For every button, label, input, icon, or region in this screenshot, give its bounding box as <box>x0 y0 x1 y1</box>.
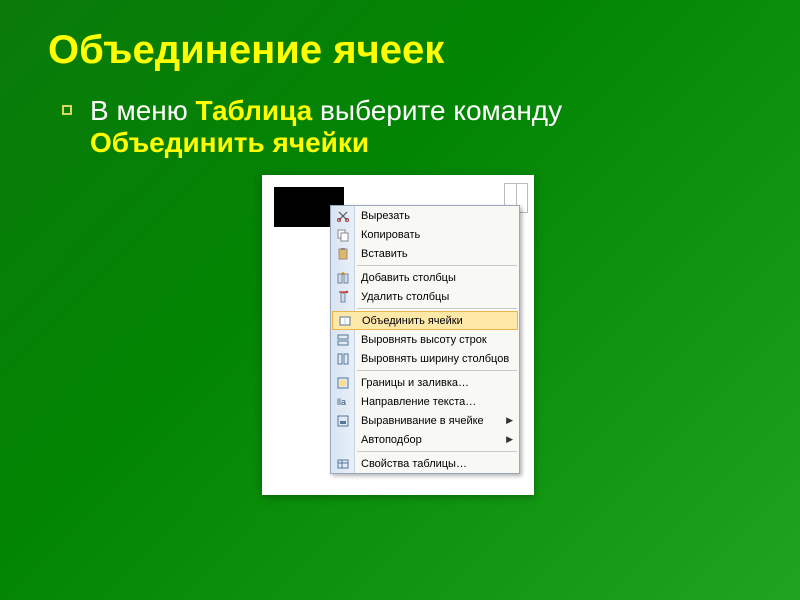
menu-label: Добавить столбцы <box>361 272 456 284</box>
text-prefix: В меню <box>90 95 196 126</box>
merge-cells-icon <box>337 313 353 329</box>
menu-item-delete-cols[interactable]: Удалить столбцы <box>331 287 519 306</box>
table-props-icon <box>335 456 351 472</box>
menu-item-copy[interactable]: Копировать <box>331 225 519 244</box>
command-highlight: Объединить ячейки <box>90 127 369 158</box>
menu-item-text-dir[interactable]: lla Направление текста… <box>331 392 519 411</box>
menu-label: Удалить столбцы <box>361 291 449 303</box>
menu-separator <box>357 308 517 309</box>
menu-item-table-props[interactable]: Свойства таблицы… <box>331 454 519 473</box>
menu-label: Вставить <box>361 248 408 260</box>
menu-separator <box>357 265 517 266</box>
bullet-icon <box>62 105 72 115</box>
menu-item-row-height[interactable]: Выровнять высоту строк <box>331 330 519 349</box>
paste-icon <box>335 246 351 262</box>
menu-label: Свойства таблицы… <box>361 458 467 470</box>
menu-separator <box>357 370 517 371</box>
menu-item-cell-align[interactable]: Выравнивание в ячейке ▶ <box>331 411 519 430</box>
cut-icon <box>335 208 351 224</box>
text-dir-icon: lla <box>335 394 351 410</box>
menu-label: Границы и заливка… <box>361 377 469 389</box>
delete-cols-icon <box>335 289 351 305</box>
svg-text:lla: lla <box>337 397 346 407</box>
menu-label: Направление текста… <box>361 396 476 408</box>
instruction-text: В меню Таблица выберите команду Объедини… <box>0 73 800 159</box>
menu-separator <box>357 451 517 452</box>
slide-title: Объединение ячеек <box>0 0 800 73</box>
insert-cols-icon <box>335 270 351 286</box>
submenu-arrow-icon: ▶ <box>506 434 513 445</box>
menu-label: Автоподбор <box>361 434 422 446</box>
menu-label: Копировать <box>361 229 420 241</box>
menu-item-merge-cells[interactable]: Объединить ячейки <box>332 311 518 330</box>
menu-label: Выровнять высоту строк <box>361 334 487 346</box>
menu-item-autofit[interactable]: Автоподбор ▶ <box>331 430 519 449</box>
text-middle: выберите команду <box>312 95 562 126</box>
blank-icon <box>335 432 351 448</box>
row-height-icon <box>335 332 351 348</box>
menu-label: Выровнять ширину столбцов <box>361 353 509 365</box>
menu-label: Выравнивание в ячейке <box>361 415 484 427</box>
menu-label: Объединить ячейки <box>362 315 463 327</box>
menu-item-borders[interactable]: Границы и заливка… <box>331 373 519 392</box>
submenu-arrow-icon: ▶ <box>506 415 513 426</box>
borders-icon <box>335 375 351 391</box>
copy-icon <box>335 227 351 243</box>
menu-item-insert-cols[interactable]: Добавить столбцы <box>331 268 519 287</box>
screenshot-frame: Вырезать Копировать Вставить Добавить ст… <box>262 175 534 495</box>
context-menu: Вырезать Копировать Вставить Добавить ст… <box>330 205 520 474</box>
menu-item-cut[interactable]: Вырезать <box>331 206 519 225</box>
menu-label: Вырезать <box>361 210 410 222</box>
menu-name-highlight: Таблица <box>196 95 313 126</box>
col-width-icon <box>335 351 351 367</box>
menu-item-col-width[interactable]: Выровнять ширину столбцов <box>331 349 519 368</box>
menu-item-paste[interactable]: Вставить <box>331 244 519 263</box>
align-cell-icon <box>335 413 351 429</box>
